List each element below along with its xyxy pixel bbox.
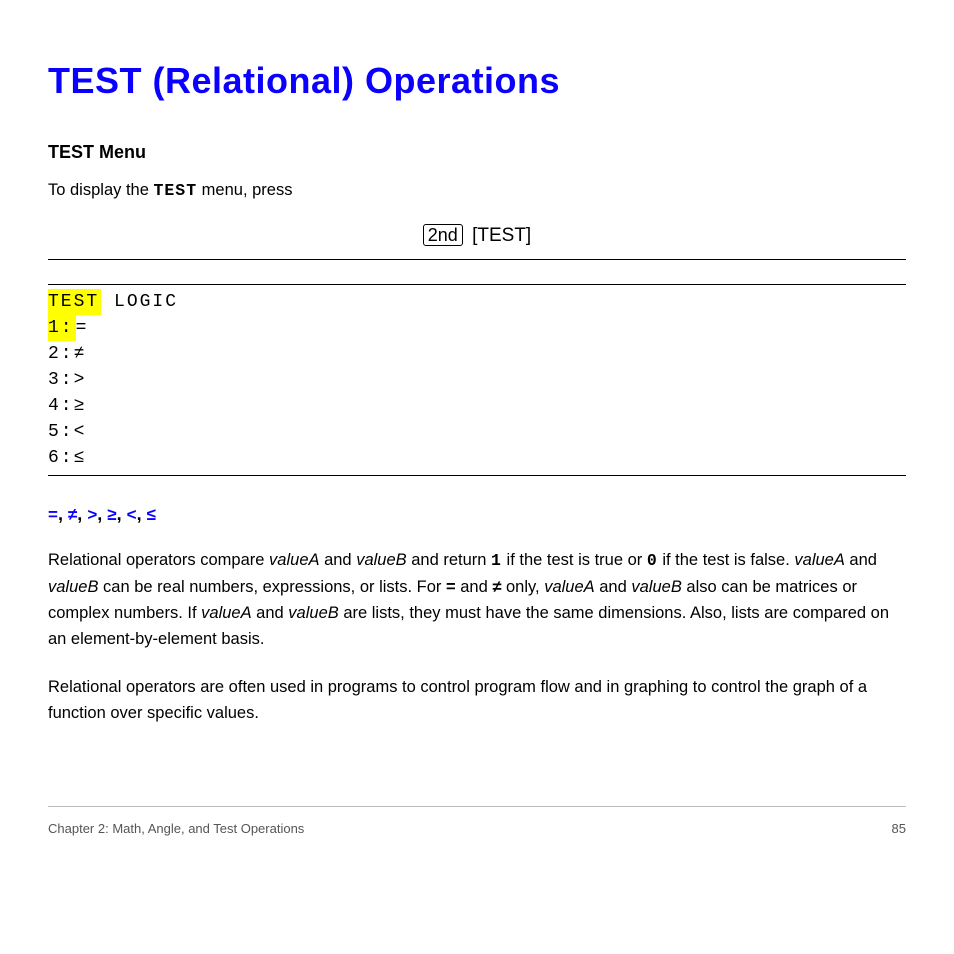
menu-item-3: 3:> [48, 367, 906, 393]
tab-logic: LOGIC [114, 292, 178, 312]
text: Relational operators compare [48, 551, 269, 569]
valueB: valueB [631, 578, 681, 596]
text: and [456, 578, 493, 596]
paragraph-2: Relational operators are often used in p… [48, 674, 906, 726]
menu-item-5: 5:< [48, 419, 906, 445]
valueA: valueA [201, 604, 251, 622]
text: menu, press [197, 181, 292, 199]
tok-le: ≤ [147, 505, 156, 524]
valueB: valueB [356, 551, 406, 569]
section-subhead: TEST Menu [48, 142, 906, 163]
tok-ge: ≥ [107, 505, 116, 524]
footer-right: 85 [892, 821, 906, 836]
rule [48, 259, 906, 260]
menu-tabs: TEST LOGIC [48, 289, 906, 315]
footer-left: Chapter 2: Math, Angle, and Test Operati… [48, 821, 304, 836]
menu-item-1: 1:= [48, 315, 906, 341]
text: and [252, 604, 289, 622]
text: and [845, 551, 877, 569]
text: if the test is false. [658, 551, 795, 569]
text: and return [407, 551, 491, 569]
footer-rule [48, 806, 906, 807]
item-number: 5: [48, 422, 74, 442]
item-number: 1: [48, 315, 76, 341]
tok-lt: < [127, 505, 137, 524]
menu-item-2: 2:≠ [48, 341, 906, 367]
page-title: TEST (Relational) Operations [48, 60, 906, 102]
tok-eq: = [48, 505, 58, 524]
tab-test: TEST [48, 289, 101, 315]
page-footer: Chapter 2: Math, Angle, and Test Operati… [48, 815, 906, 836]
calculator-menu: TEST LOGIC 1:= 2:≠ 3:> 4:≥ 5:< 6:≤ [48, 284, 906, 476]
eq-token: = [446, 578, 456, 596]
valueB: valueB [288, 604, 338, 622]
keystroke-line: 2nd [TEST] [48, 224, 906, 247]
text: can be real numbers, expressions, or lis… [98, 578, 446, 596]
text: To display the [48, 181, 153, 199]
item-number: 3: [48, 370, 74, 390]
item-number: 4: [48, 396, 74, 416]
tok-gt: > [87, 505, 97, 524]
item-number: 6: [48, 448, 74, 468]
operators-subhead: =, ≠, >, ≥, <, ≤ [48, 504, 906, 525]
valueA: valueA [269, 551, 319, 569]
menu-name: TEST [153, 181, 197, 200]
valueA: valueA [544, 578, 594, 596]
item-symbol: ≤ [74, 448, 87, 468]
one: 1 [491, 551, 502, 570]
key-2nd: 2nd [423, 224, 463, 246]
item-symbol: > [74, 370, 87, 390]
item-symbol: < [74, 422, 87, 442]
text: and [320, 551, 357, 569]
menu-item-4: 4:≥ [48, 393, 906, 419]
valueB: valueB [48, 578, 98, 596]
keystroke-intro: To display the TEST menu, press [48, 177, 906, 204]
item-number: 2: [48, 344, 74, 364]
item-symbol: ≥ [74, 396, 87, 416]
text: if the test is true or [502, 551, 647, 569]
tok-ne: ≠ [68, 505, 77, 524]
item-symbol: ≠ [74, 344, 87, 364]
item-symbol: = [76, 318, 89, 338]
valueA: valueA [794, 551, 844, 569]
paragraph-1: Relational operators compare valueA and … [48, 547, 906, 652]
menu-item-6: 6:≤ [48, 445, 906, 471]
key-bracket-test: [TEST] [472, 225, 531, 246]
text: and [595, 578, 632, 596]
text: only, [501, 578, 544, 596]
zero: 0 [647, 551, 658, 570]
